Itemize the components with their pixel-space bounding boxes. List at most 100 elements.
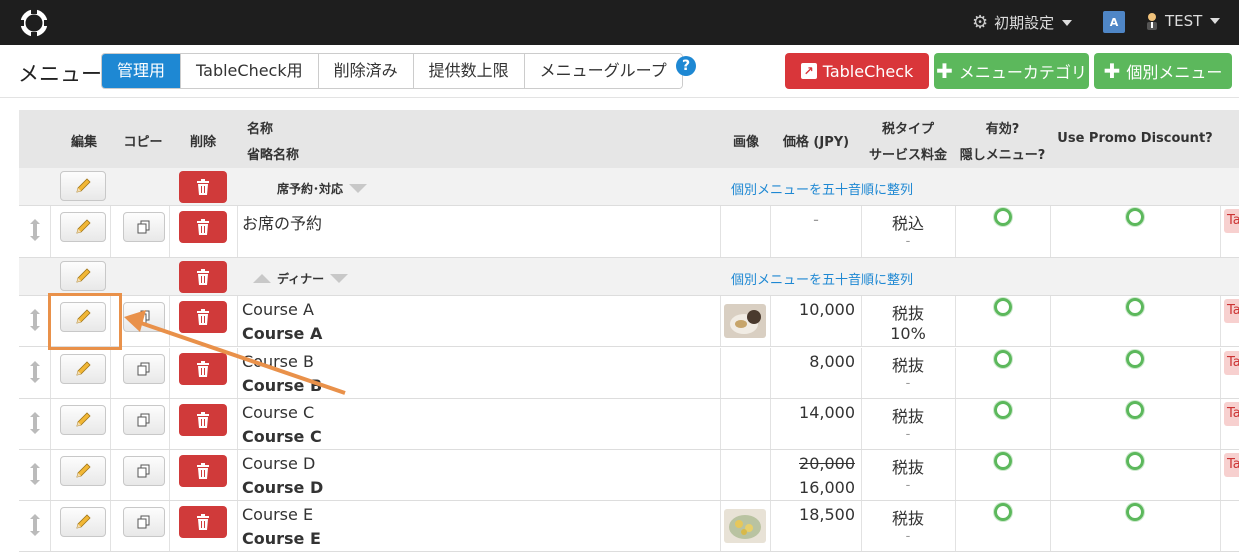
copy-icon [137, 515, 150, 529]
menu-price: 8,000 [809, 352, 855, 371]
delete-button[interactable] [179, 353, 227, 385]
trash-icon [197, 309, 209, 325]
chevron-down-icon [1210, 18, 1221, 24]
tax-type: 税抜 [891, 356, 924, 375]
copy-icon [137, 464, 150, 478]
move-down-icon[interactable] [330, 274, 349, 283]
copy-button[interactable] [123, 354, 165, 384]
add-individual-menu-label: 個別メニュー [1126, 63, 1223, 82]
menu-group-row: ディナー 個別メニューを五十音順に整列 [19, 258, 1239, 296]
settings-dropdown[interactable]: ⚙ 初期設定 [972, 12, 1073, 33]
menu-price: 16,000 [799, 478, 855, 497]
menu-name: お席の予約 [242, 214, 323, 233]
service-charge: - [905, 234, 911, 249]
drag-handle-icon[interactable] [28, 360, 42, 384]
menu-short-name: Course E [242, 529, 321, 548]
pencil-icon [76, 514, 91, 529]
group-name: ディナー [253, 270, 349, 287]
menu-short-name: Course B [242, 376, 323, 395]
trash-icon [197, 179, 209, 195]
menu-price: 14,000 [799, 403, 855, 422]
delete-button[interactable] [179, 506, 227, 538]
delete-group-button[interactable] [179, 171, 227, 203]
edit-button[interactable] [60, 405, 106, 435]
menu-price: 10,000 [799, 300, 855, 319]
move-down-icon[interactable] [349, 184, 368, 193]
tab-limits[interactable]: 提供数上限 [413, 54, 525, 88]
valid-check-icon [994, 452, 1012, 470]
copy-button[interactable] [123, 456, 165, 486]
trash-icon [197, 361, 209, 377]
copy-icon [137, 310, 150, 324]
edit-group-button[interactable] [60, 171, 106, 201]
trash-icon [197, 514, 209, 530]
valid-check-icon [994, 298, 1012, 316]
drag-handle-icon[interactable] [28, 218, 42, 242]
drag-handle-icon[interactable] [28, 308, 42, 332]
page-title: メニュー [18, 62, 102, 86]
copy-button[interactable] [123, 507, 165, 537]
drag-handle-icon[interactable] [28, 462, 42, 486]
tablecheck-button[interactable]: ↗ TableCheck [785, 53, 929, 89]
sort-alphabetical-link[interactable]: 個別メニューを五十音順に整列 [731, 269, 913, 288]
col-tax-type: 税タイプ [881, 122, 934, 137]
valid-check-icon [994, 401, 1012, 419]
copy-button[interactable] [123, 212, 165, 242]
service-charge: - [905, 427, 911, 442]
trash-icon [197, 269, 209, 285]
edit-button[interactable] [60, 354, 106, 384]
col-name: 名称 [247, 122, 274, 137]
delete-button[interactable] [179, 301, 227, 333]
tax-type: 税抜 [891, 458, 924, 477]
service-charge: - [905, 529, 911, 544]
drag-handle-icon[interactable] [28, 411, 42, 435]
tab-deleted[interactable]: 削除済み [318, 54, 414, 88]
add-menu-category-label: メニューカテゴリ [958, 63, 1087, 82]
edit-button[interactable] [60, 456, 106, 486]
promo-check-icon [1126, 350, 1144, 368]
valid-check-icon [994, 503, 1012, 521]
tab-management[interactable]: 管理用 [102, 54, 182, 88]
tab-menu-groups[interactable]: メニューグループ [524, 54, 682, 88]
menu-group-row: 席予約･対応 個別メニューを五十音順に整列 [19, 168, 1239, 206]
delete-button[interactable] [179, 211, 227, 243]
add-individual-menu-button[interactable]: ✚ 個別メニュー [1094, 53, 1232, 89]
tag-badge: Ta [1224, 299, 1239, 323]
move-up-icon[interactable] [253, 274, 271, 283]
original-price: 20,000 [799, 454, 855, 473]
menu-name: Course B [242, 352, 314, 371]
valid-check-icon [994, 350, 1012, 368]
user-dropdown[interactable]: TEST [1145, 12, 1221, 30]
copy-button[interactable] [123, 405, 165, 435]
delete-button[interactable] [179, 404, 227, 436]
tax-type: 税込 [891, 214, 924, 233]
food-thumbnail-image [724, 509, 766, 543]
col-price: 価格 (JPY) [782, 135, 850, 150]
help-icon[interactable]: ? [676, 56, 696, 76]
chevron-down-icon [1062, 19, 1073, 26]
table-header: 編集 コピー 削除 名称 省略名称 画像 価格 (JPY) 税タイプ サービス料… [19, 110, 1239, 168]
edit-button[interactable] [60, 212, 106, 242]
plus-icon: ✚ [936, 59, 953, 83]
pencil-icon [76, 178, 91, 193]
menu-short-name: Course A [242, 324, 323, 343]
group-name-label: 席予約･対応 [277, 182, 344, 196]
sort-alphabetical-link[interactable]: 個別メニューを五十音順に整列 [731, 179, 913, 198]
add-menu-category-button[interactable]: ✚ メニューカテゴリ [934, 53, 1089, 89]
food-thumbnail-image [724, 304, 766, 338]
service-charge: - [905, 376, 911, 391]
service-charge: 10% [890, 324, 926, 343]
drag-handle-icon[interactable] [28, 513, 42, 537]
translate-icon[interactable]: A [1103, 11, 1125, 33]
col-short-name: 省略名称 [247, 148, 300, 163]
tab-tablecheck[interactable]: TableCheck用 [181, 54, 319, 88]
menu-price: - [813, 210, 819, 229]
delete-group-button[interactable] [179, 261, 227, 293]
app-logo-icon[interactable] [18, 8, 50, 38]
edit-button[interactable] [60, 507, 106, 537]
table-row: お席の予約 - 税込 - Ta [19, 206, 1239, 258]
copy-button[interactable] [123, 302, 165, 332]
edit-group-button[interactable] [60, 261, 106, 291]
delete-button[interactable] [179, 455, 227, 487]
gear-icon: ⚙ [972, 12, 989, 33]
